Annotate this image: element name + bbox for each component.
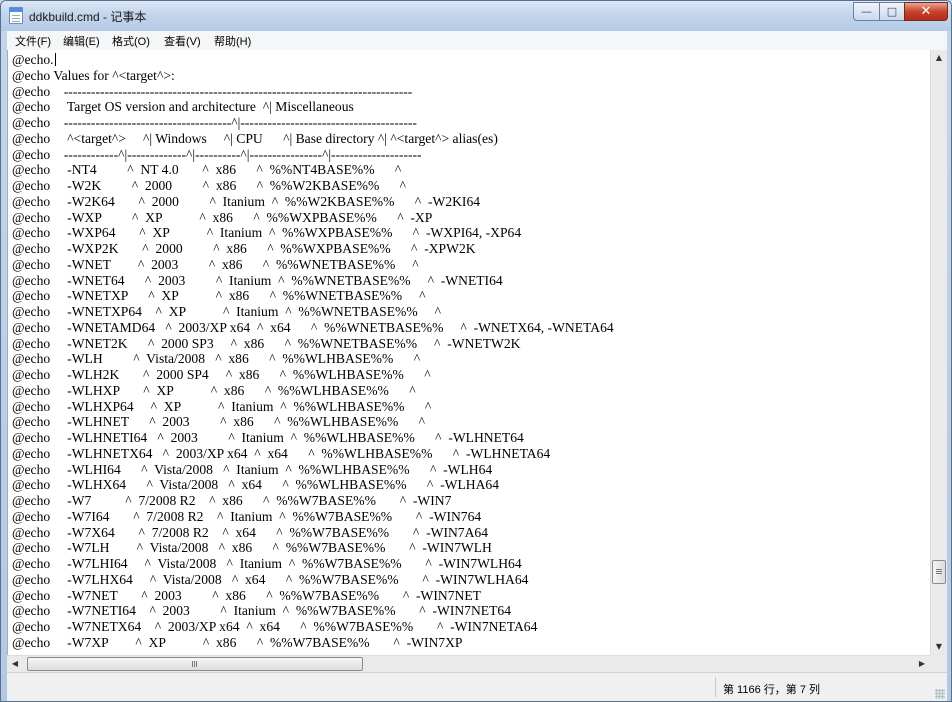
scroll-down-arrow-icon[interactable]: ▼ xyxy=(931,639,947,655)
grip-icon xyxy=(936,569,942,571)
scrollbar-corner xyxy=(930,655,947,672)
editor-text[interactable]: @echo. @echo Values for ^<target^>: @ech… xyxy=(8,50,932,651)
menu-help[interactable]: 帮助(H) xyxy=(214,33,251,49)
minimize-button[interactable]: — xyxy=(853,2,880,21)
text-editor[interactable]: @echo. @echo Values for ^<target^>: @ech… xyxy=(7,50,932,655)
menu-format[interactable]: 格式(O) xyxy=(112,33,150,49)
close-button[interactable]: ✕ xyxy=(904,2,948,21)
title-bar[interactable]: ddkbuild.cmd - 记事本 — □ ✕ xyxy=(1,1,951,31)
scroll-up-arrow-icon[interactable]: ▲ xyxy=(931,50,947,66)
cursor-position: 第 1166 行，第 7 列 xyxy=(723,684,820,696)
menu-view[interactable]: 查看(V) xyxy=(164,33,201,49)
horizontal-scrollbar[interactable]: ◀ ▶ xyxy=(7,655,930,672)
menu-edit[interactable]: 编辑(E) xyxy=(63,33,100,49)
scroll-left-arrow-icon[interactable]: ◀ xyxy=(7,656,23,672)
notepad-window: ddkbuild.cmd - 记事本 — □ ✕ 文件(F) 编辑(E) 格式(… xyxy=(0,0,952,702)
status-divider xyxy=(715,677,716,697)
vertical-scrollbar[interactable]: ▲ ▼ xyxy=(930,50,947,655)
horizontal-scroll-thumb[interactable] xyxy=(27,657,363,671)
grip-icon xyxy=(192,661,193,667)
window-title: ddkbuild.cmd - 记事本 xyxy=(29,10,147,24)
menu-bar: 文件(F) 编辑(E) 格式(O) 查看(V) 帮助(H) xyxy=(7,31,947,51)
maximize-button[interactable]: □ xyxy=(879,2,905,21)
menu-file[interactable]: 文件(F) xyxy=(15,33,51,49)
vertical-scroll-thumb[interactable] xyxy=(932,560,946,585)
scroll-right-arrow-icon[interactable]: ▶ xyxy=(914,656,930,672)
text-caret xyxy=(54,53,56,66)
status-bar: 第 1166 行，第 7 列 xyxy=(7,672,947,701)
resize-grip-icon[interactable] xyxy=(935,689,945,699)
notepad-icon[interactable] xyxy=(9,7,23,24)
